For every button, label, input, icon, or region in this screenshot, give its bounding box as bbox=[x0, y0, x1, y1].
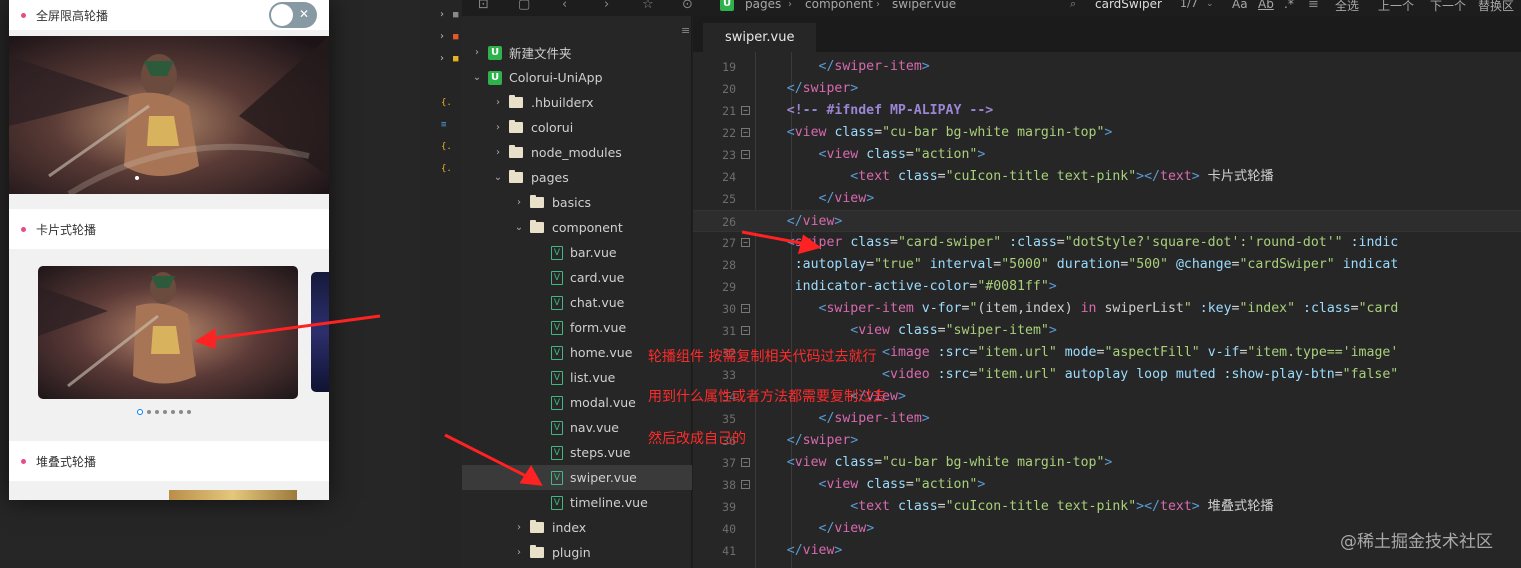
arrow-to-card-swiper-code bbox=[741, 230, 807, 246]
arrow-to-swiper-vue bbox=[444, 433, 531, 480]
annotation-arrows bbox=[194, 230, 822, 486]
arrow-to-card-swiper bbox=[207, 314, 381, 341]
arrow-head bbox=[194, 328, 216, 350]
arrow-head bbox=[797, 234, 822, 255]
arrow-head bbox=[519, 465, 543, 486]
watermark-text: @稀土掘金技术社区 bbox=[1340, 532, 1493, 552]
screenshot-root: 全屏限高轮播 ✕ 卡片式轮播 堆叠式轮播 › › › ■ ■ ■ {. ≡ {.… bbox=[0, 0, 1521, 568]
